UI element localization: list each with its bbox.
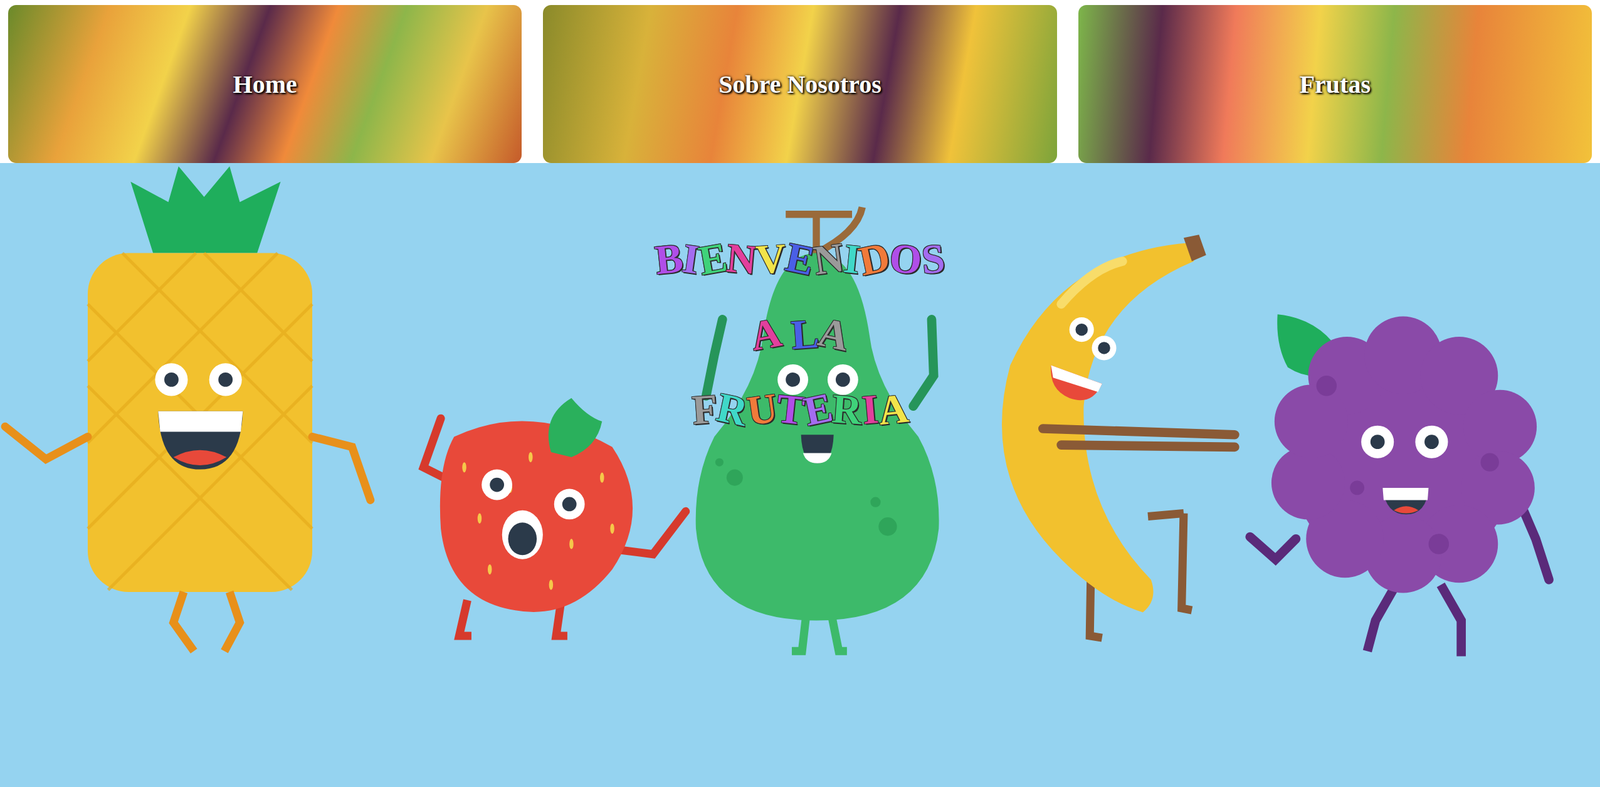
hero-scene: BIENVENIDOS A LA FRUTERIA <box>0 163 1600 782</box>
banana-icon <box>1001 234 1235 638</box>
page: Home Sobre Nosotros Frutas BIENVENIDOS A LA… <box>0 0 1600 787</box>
nav-label[interactable]: Home <box>226 67 304 102</box>
grape-icon <box>1250 314 1550 656</box>
title-line: A LA <box>751 313 849 355</box>
nav-card[interactable]: Home <box>8 5 522 164</box>
strawberry-icon <box>423 398 686 636</box>
title-line: BIENVENIDOS <box>655 238 945 280</box>
nav-card[interactable]: Sobre Nosotros <box>542 5 1057 164</box>
nav-card[interactable]: Frutas <box>1078 5 1592 164</box>
pear-icon <box>695 206 940 651</box>
title-line: FRUTERIA <box>692 388 909 431</box>
pineapple-icon <box>5 166 371 651</box>
nav-label[interactable]: Frutas <box>1293 67 1377 102</box>
nav-bar: Home Sobre Nosotros Frutas <box>0 0 1600 164</box>
welcome-title: BIENVENIDOS A LA FRUTERIA <box>0 238 1600 431</box>
nav-label[interactable]: Sobre Nosotros <box>712 67 888 102</box>
